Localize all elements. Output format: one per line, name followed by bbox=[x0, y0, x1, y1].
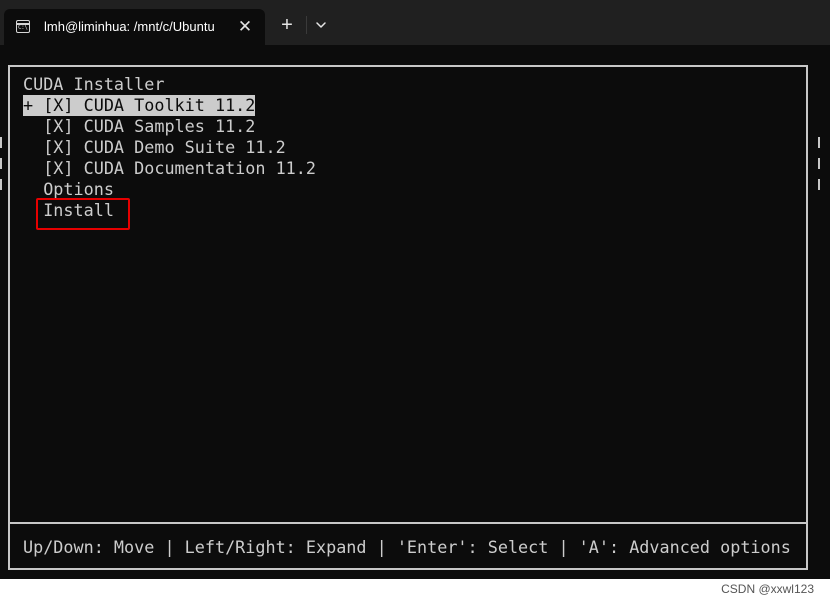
install-highlight-box bbox=[36, 198, 130, 230]
terminal-icon-glyph: C:\ bbox=[18, 24, 28, 31]
left-edge-mark bbox=[0, 137, 2, 148]
tab-title: lmh@liminhua: /mnt/c/Ubuntu bbox=[44, 19, 215, 34]
watermark: CSDN @xxwl123 bbox=[721, 582, 814, 596]
right-edge-mark bbox=[818, 137, 820, 148]
installer-title: CUDA Installer bbox=[23, 74, 165, 94]
footer-divider bbox=[10, 522, 806, 524]
left-edge-mark bbox=[0, 179, 2, 190]
menu-item-cuda-documentation[interactable]: [X] CUDA Documentation 11.2 bbox=[23, 158, 316, 179]
tab-divider bbox=[306, 16, 307, 34]
chevron-down-icon[interactable] bbox=[312, 14, 330, 36]
right-edge-mark bbox=[818, 158, 820, 169]
right-edge-mark bbox=[818, 179, 820, 190]
menu-item-cuda-demo-suite[interactable]: [X] CUDA Demo Suite 11.2 bbox=[23, 137, 285, 158]
terminal-icon: C:\ bbox=[16, 20, 30, 33]
menu-item-cuda-toolkit[interactable]: + [X] CUDA Toolkit 11.2 bbox=[23, 95, 256, 116]
menu-item-cuda-samples[interactable]: [X] CUDA Samples 11.2 bbox=[23, 116, 255, 137]
terminal-pane[interactable]: CUDA Installer + [X] CUDA Toolkit 11.2 [… bbox=[0, 45, 830, 579]
close-icon[interactable]: ✕ bbox=[235, 17, 255, 37]
menu-item-options[interactable]: Options bbox=[23, 179, 114, 200]
terminal-tab[interactable]: C:\ lmh@liminhua: /mnt/c/Ubuntu ✕ bbox=[4, 9, 265, 45]
key-hints: Up/Down: Move | Left/Right: Expand | 'En… bbox=[23, 537, 791, 557]
left-edge-mark bbox=[0, 158, 2, 169]
plus-icon[interactable]: + bbox=[276, 14, 298, 36]
title-bar: C:\ lmh@liminhua: /mnt/c/Ubuntu ✕ + bbox=[0, 0, 830, 45]
